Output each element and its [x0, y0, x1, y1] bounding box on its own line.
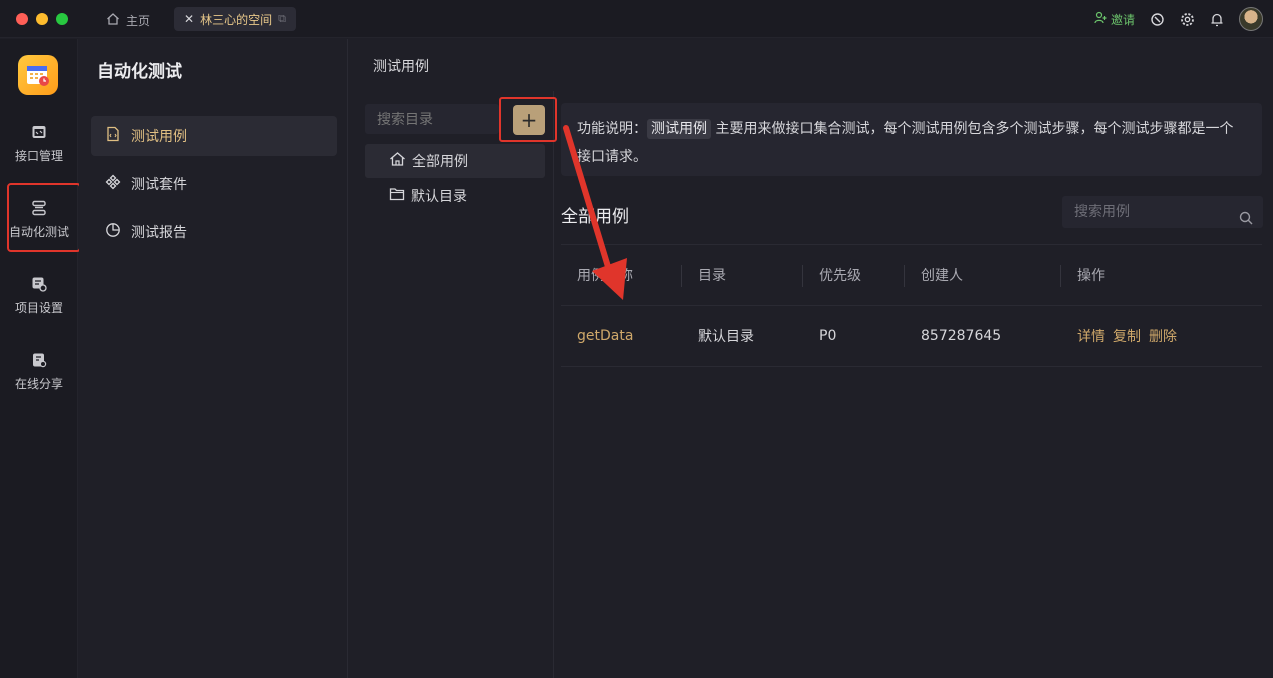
col-header-creator: 创建人: [921, 268, 963, 284]
rail-item-label: 在线分享: [14, 376, 63, 391]
column-divider: [681, 265, 682, 287]
dir-item-default[interactable]: 默认目录: [365, 179, 545, 213]
sync-icon[interactable]: [1149, 11, 1165, 27]
sidebar-item-label: 测试用例: [131, 129, 187, 145]
external-link-icon[interactable]: ⧉: [278, 12, 286, 26]
sidebar: 自动化测试 测试用例 测试套件 测试报告: [79, 39, 348, 678]
main-header: 测试用例: [349, 39, 1273, 91]
home-icon: [389, 151, 406, 171]
table-header: 用例名称 目录 优先级 创建人 操作: [561, 244, 1262, 306]
table-row[interactable]: getData 默认目录 P0 857287645 详情 复制 删除: [561, 306, 1262, 367]
folder-icon: [389, 187, 405, 205]
project-settings-icon: [30, 275, 48, 293]
case-directory: 默认目录: [698, 329, 754, 345]
share-icon: [30, 351, 48, 369]
col-header-name: 用例名称: [577, 268, 633, 284]
col-header-priority: 优先级: [819, 268, 861, 284]
sidebar-item-label: 测试套件: [131, 177, 187, 193]
rail-item-api[interactable]: 接口管理: [0, 113, 78, 173]
avatar[interactable]: [1239, 7, 1263, 31]
app-logo: [18, 55, 58, 95]
test-suite-icon: [105, 174, 121, 194]
note-tag: 测试用例: [647, 119, 711, 139]
column-divider: [904, 265, 905, 287]
dir-item-label: 全部用例: [412, 154, 468, 170]
col-header-actions: 操作: [1077, 268, 1105, 284]
highlight-box-add: [499, 97, 557, 142]
delete-link[interactable]: 删除: [1149, 326, 1177, 346]
invite-label: 邀请: [1110, 12, 1135, 27]
case-creator: 857287645: [921, 328, 1002, 344]
note-prefix: 功能说明：: [577, 121, 647, 137]
feature-note: 功能说明： 测试用例 主要用来做接口集合测试，每个测试用例包含多个测试步骤，每个测…: [561, 103, 1262, 176]
directory-search-input[interactable]: [365, 104, 499, 134]
tab-space-label: 林三心的空间: [200, 12, 273, 27]
dir-item-all[interactable]: 全部用例: [365, 144, 545, 178]
col-header-directory: 目录: [698, 268, 726, 284]
rail-item-label: 项目设置: [14, 300, 63, 315]
sidebar-item-test-cases[interactable]: 测试用例: [91, 116, 337, 156]
window-minimize-button[interactable]: [36, 13, 48, 25]
dir-item-label: 默认目录: [411, 189, 467, 205]
tab-home[interactable]: 主页: [106, 9, 150, 31]
rail-item-label: 接口管理: [14, 148, 63, 163]
app-rail: 接口管理 自动化测试 项目设置 在线分享: [0, 39, 81, 678]
add-user-icon: [1094, 11, 1107, 27]
highlight-box-automation: [7, 183, 81, 252]
test-case-icon: [105, 126, 121, 146]
breadcrumb: 测试用例: [373, 59, 429, 75]
gear-icon[interactable]: [1179, 11, 1195, 27]
window-zoom-button[interactable]: [56, 13, 68, 25]
detail-link[interactable]: 详情: [1077, 326, 1105, 346]
column-divider: [802, 265, 803, 287]
api-icon: [30, 123, 48, 141]
sidebar-item-test-reports[interactable]: 测试报告: [91, 212, 337, 252]
test-case-table: 用例名称 目录 优先级 创建人 操作 getData 默认目录 P0 85728…: [561, 244, 1262, 367]
copy-link[interactable]: 复制: [1113, 326, 1141, 346]
case-search-input[interactable]: 搜索用例: [1062, 196, 1263, 228]
sidebar-item-test-suites[interactable]: 测试套件: [91, 164, 337, 204]
rail-item-share[interactable]: 在线分享: [0, 341, 78, 401]
home-icon: [106, 12, 120, 29]
sidebar-item-label: 测试报告: [131, 225, 187, 241]
directory-panel: + 全部用例 默认目录: [349, 91, 557, 678]
content-area: 功能说明： 测试用例 主要用来做接口集合测试，每个测试用例包含多个测试步骤，每个测…: [555, 91, 1273, 678]
sidebar-title: 自动化测试: [97, 62, 182, 82]
invite-button[interactable]: 邀请: [1094, 11, 1135, 28]
tab-home-label: 主页: [126, 13, 151, 28]
case-name-link[interactable]: getData: [577, 306, 633, 366]
list-title: 全部用例: [561, 207, 629, 227]
search-icon[interactable]: [1239, 205, 1253, 237]
test-report-icon: [105, 222, 121, 242]
case-search-placeholder: 搜索用例: [1074, 204, 1130, 220]
close-icon[interactable]: ✕: [184, 12, 194, 26]
window-close-button[interactable]: [16, 13, 28, 25]
column-divider: [1060, 265, 1061, 287]
title-bar: 主页 ✕ 林三心的空间 ⧉ 邀请: [0, 0, 1273, 38]
case-priority: P0: [819, 328, 837, 344]
rail-item-project-settings[interactable]: 项目设置: [0, 265, 78, 325]
tab-space[interactable]: ✕ 林三心的空间 ⧉: [174, 7, 296, 31]
bell-icon[interactable]: [1209, 11, 1225, 27]
case-actions: 详情 复制 删除: [1077, 306, 1177, 366]
